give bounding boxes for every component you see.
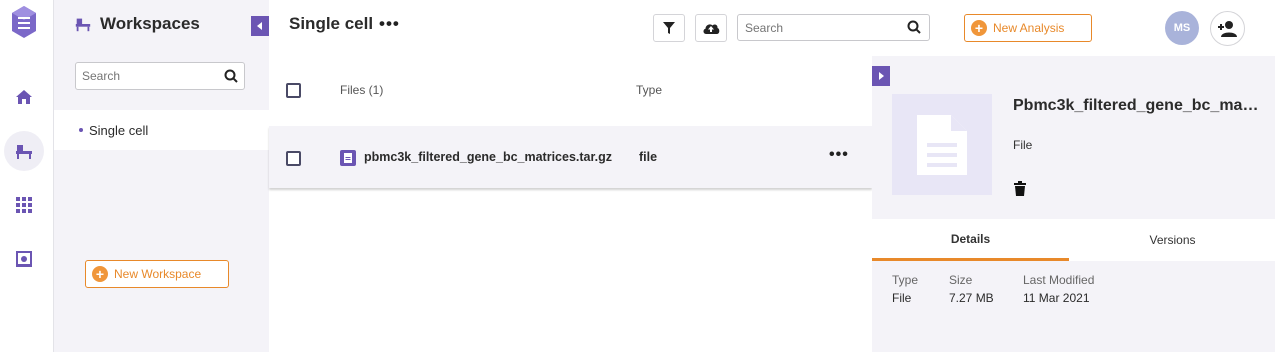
new-workspace-button[interactable]: + New Workspace [85,260,229,288]
meta-modified-value: 11 Mar 2021 [1023,291,1090,305]
file-type: file [639,150,658,164]
caret-right-icon [879,72,884,80]
icon-rail [0,0,54,352]
file-thumbnail [892,94,992,195]
document-icon [917,114,967,175]
delete-button[interactable] [1013,181,1027,201]
caret-left-icon [257,22,262,30]
cloud-upload-button[interactable] [695,14,727,42]
apps-grid-icon [16,197,32,213]
collapse-workspaces-button[interactable] [251,16,269,36]
meta-type-label: Type [892,273,919,287]
filter-icon [663,22,675,34]
cloud-upload-icon [703,24,720,34]
details-file-kind: File [1013,138,1033,152]
home-icon [16,90,32,104]
user-avatar[interactable]: MS [1165,11,1199,45]
column-header-files[interactable]: Files (1) [340,83,383,97]
search-icon[interactable] [907,20,921,34]
workspace-search [75,62,245,90]
details-file-name: Pbmc3k_filtered_gene_bc_matrices.tar.gz [1013,97,1263,114]
workspace-icon [16,145,32,159]
meta-modified-label: Last Modified [1023,273,1095,287]
collapse-details-button[interactable] [872,66,890,86]
search-icon[interactable] [224,69,238,83]
trash-icon [1014,181,1026,196]
more-options-icon[interactable]: ••• [379,14,400,34]
add-user-icon [1217,20,1237,37]
column-header-type[interactable]: Type [636,83,662,97]
nav-apps[interactable] [4,185,44,225]
table-header: Files (1) Type [269,70,872,110]
workspaces-heading: Workspaces [74,14,200,34]
plus-icon: + [971,20,987,36]
workspace-panel: Workspaces Single cell + New Workspace [54,0,269,352]
filter-button[interactable] [653,14,685,42]
row-more-options-icon[interactable]: ••• [829,146,849,164]
main-search [737,14,930,41]
workspace-icon [75,18,91,32]
tab-versions[interactable]: Versions [1074,219,1271,261]
page-title: Single cell [289,14,374,33]
meta-size-label: Size [949,273,973,287]
workspaces-title: Workspaces [100,14,200,33]
plus-icon: + [92,266,108,282]
new-workspace-label: New Workspace [114,267,202,281]
select-all-checkbox[interactable] [286,83,301,98]
nav-home[interactable] [4,77,44,117]
add-user-button[interactable] [1210,11,1245,46]
row-checkbox[interactable] [286,151,301,166]
file-name[interactable]: pbmc3k_filtered_gene_bc_matrices.tar.gz [364,150,612,164]
new-analysis-button[interactable]: + New Analysis [964,14,1092,42]
app-logo-icon[interactable] [10,4,38,40]
workspace-item-label: Single cell [89,122,149,138]
nav-workspaces[interactable] [4,131,44,171]
file-icon [340,150,356,166]
data-icon [16,251,32,267]
nav-data[interactable] [4,239,44,279]
meta-type-value: File [892,291,912,305]
main-search-input[interactable] [738,15,898,40]
workspace-search-input[interactable] [76,63,216,89]
table-row[interactable]: pbmc3k_filtered_gene_bc_matrices.tar.gz … [269,126,872,188]
meta-size-value: 7.27 MB [949,291,994,305]
bullet-icon [79,128,83,132]
tab-details[interactable]: Details [872,219,1069,261]
details-tabs: Details Versions [872,219,1275,261]
workspace-item-single-cell[interactable]: Single cell [54,110,269,150]
new-analysis-label: New Analysis [993,21,1065,35]
details-panel: Pbmc3k_filtered_gene_bc_matrices.tar.gz … [872,56,1275,352]
